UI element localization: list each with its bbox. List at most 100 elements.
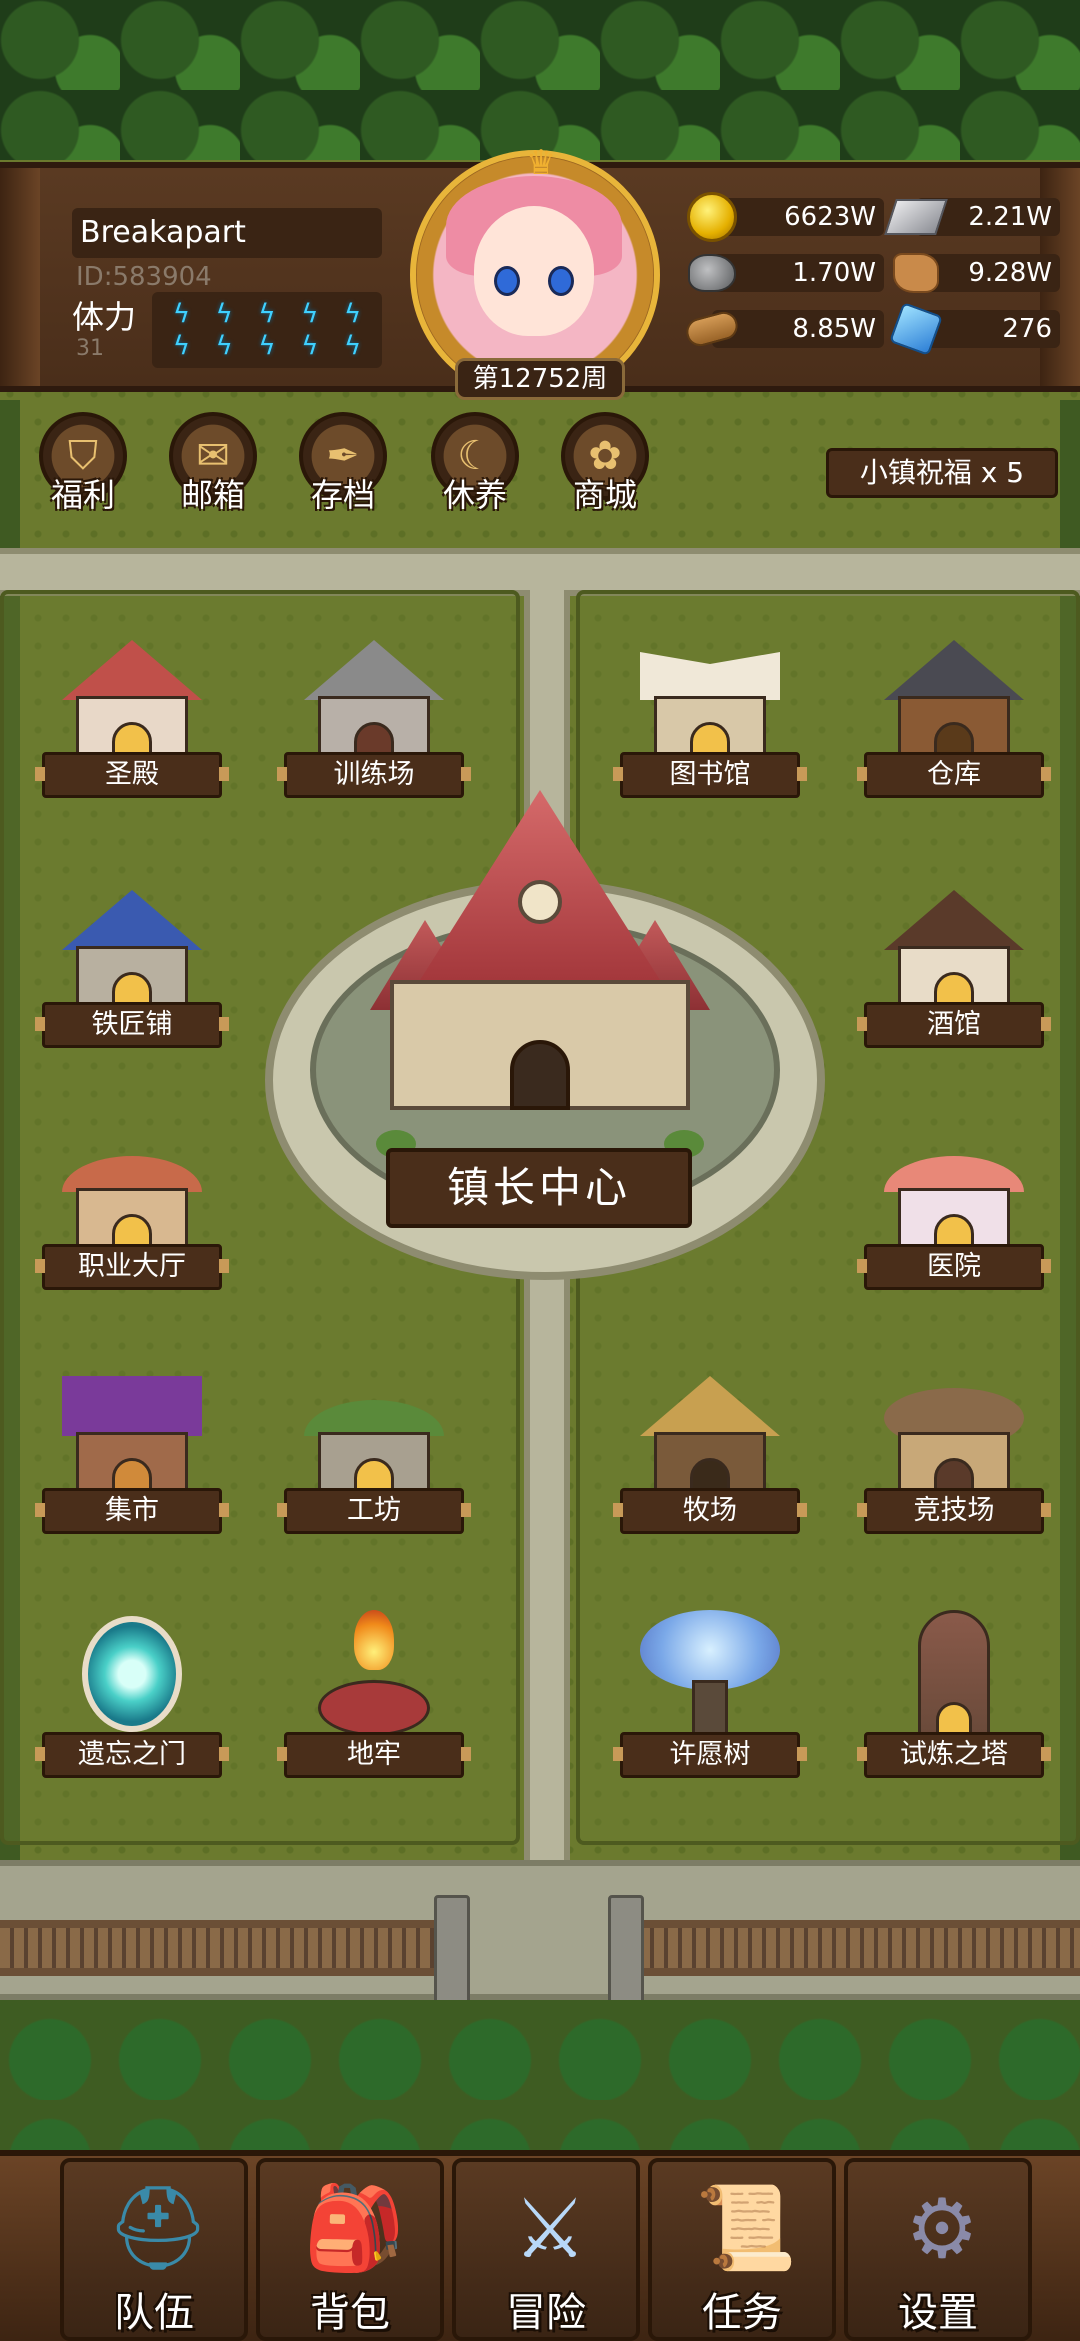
forest-background-bottom [0, 2000, 1080, 2150]
nav-backpack-label: 背包 [310, 2290, 390, 2336]
building-wishing-tree-label: 许愿树 [613, 1732, 807, 1778]
ranch-barn-icon [640, 1366, 780, 1496]
stamina-bolt-icon: ϟ [344, 299, 362, 329]
tavern-icon [884, 880, 1024, 1010]
building-training-ground[interactable]: 训练场 [277, 630, 471, 810]
building-wishing-tree[interactable]: 许愿树 [613, 1610, 807, 1790]
building-temple[interactable]: 圣殿 [35, 630, 229, 810]
building-class-hall[interactable]: 职业大厅 [35, 1122, 229, 1302]
nav-quest-label: 任务 [702, 2290, 782, 2336]
stamina-bolt-icon: ϟ [258, 299, 276, 329]
building-blacksmith-label: 铁匠铺 [35, 1002, 229, 1048]
dungeon-flame-icon [304, 1610, 444, 1740]
building-ranch-label: 牧场 [613, 1488, 807, 1534]
nav-team-label: 队伍 [114, 2290, 194, 2336]
stamina-bolt-icon: ϟ [344, 331, 362, 361]
building-temple-label: 圣殿 [35, 752, 229, 798]
nav-settings-button[interactable]: ⚙ 设置 [844, 2158, 1032, 2341]
blacksmith-icon [62, 880, 202, 1010]
menu-save[interactable]: ✒ 存档 [288, 412, 398, 522]
stamina-bolt-icon: ϟ [258, 331, 276, 361]
wood-log-icon [683, 306, 741, 352]
resource-ore[interactable]: 1.70W [686, 250, 886, 294]
building-warehouse-label: 仓库 [857, 752, 1051, 798]
player-name: Breakapart [72, 208, 382, 258]
building-forgotten-gate-label: 遗忘之门 [35, 1732, 229, 1778]
ore-icon [686, 250, 738, 296]
menu-welfare-label: 福利 [50, 476, 115, 514]
building-market[interactable]: 集市 [35, 1366, 229, 1546]
building-workshop-label: 工坊 [277, 1488, 471, 1534]
gear-icon: ⚙ [905, 2181, 979, 2277]
market-tent-icon [62, 1366, 202, 1496]
menu-save-label: 存档 [310, 476, 375, 514]
resource-leather[interactable]: 9.28W [890, 250, 1060, 294]
building-library[interactable]: 图书馆 [613, 630, 807, 810]
town-hall-window [518, 880, 562, 924]
stamina-label: 体力 [72, 298, 137, 336]
nav-adventure-button[interactable]: ⚔ 冒险 [452, 2158, 640, 2341]
menu-shop[interactable]: ✿ 商城 [550, 412, 660, 522]
building-tavern[interactable]: 酒馆 [857, 880, 1051, 1060]
town-hall-sign[interactable]: 镇长中心 [386, 1148, 692, 1228]
player-id: ID:583904 [76, 262, 212, 292]
building-warehouse[interactable]: 仓库 [857, 630, 1051, 810]
arena-colosseum-icon [884, 1366, 1024, 1496]
menu-welfare[interactable]: ⛉ 福利 [28, 412, 138, 522]
nav-team-button[interactable]: ⛑ 队伍 [60, 2158, 248, 2341]
building-hospital[interactable]: 医院 [857, 1122, 1051, 1302]
workshop-icon [304, 1366, 444, 1496]
menu-shop-label: 商城 [572, 476, 637, 514]
main-road-horizontal [0, 548, 1080, 596]
building-ranch[interactable]: 牧场 [613, 1366, 807, 1546]
library-book-icon [640, 630, 780, 760]
resource-wood[interactable]: 8.85W [683, 306, 886, 352]
resource-iron[interactable]: 2.21W [884, 194, 1060, 240]
gate-post-right [608, 1895, 644, 2005]
menu-rest[interactable]: ☾ 休养 [420, 412, 530, 522]
building-market-label: 集市 [35, 1488, 229, 1534]
stamina-bolt-icon: ϟ [172, 299, 190, 329]
nav-quest-button[interactable]: 📜 任务 [648, 2158, 836, 2341]
building-workshop[interactable]: 工坊 [277, 1366, 471, 1546]
building-trial-tower-label: 试炼之塔 [857, 1732, 1051, 1778]
nav-settings-label: 设置 [898, 2290, 978, 2336]
temple-icon [62, 630, 202, 760]
quest-scroll-icon: 📜 [694, 2181, 798, 2276]
stamina-bolt-icon: ϟ [301, 331, 319, 361]
hospital-cross-icon [884, 1122, 1024, 1252]
menu-rest-label: 休养 [442, 476, 507, 514]
menu-mailbox[interactable]: ✉ 邮箱 [158, 412, 268, 522]
wishing-tree-icon [640, 1610, 780, 1740]
crown-icon: ♛ [525, 143, 557, 183]
stamina-bar[interactable]: ϟϟϟϟϟϟϟϟϟϟ [152, 292, 382, 368]
town-hall-door [510, 1040, 570, 1110]
warehouse-icon [884, 630, 1024, 760]
building-arena-label: 竞技场 [857, 1488, 1051, 1534]
town-blessing-badge[interactable]: 小镇祝福 x 5 [826, 448, 1058, 498]
avatar-eye-left [494, 266, 520, 296]
avatar-eye-right [548, 266, 574, 296]
nav-backpack-button[interactable]: 🎒 背包 [256, 2158, 444, 2341]
portal-icon [62, 1610, 202, 1740]
hud-cap-left [0, 168, 40, 386]
building-arena[interactable]: 竞技场 [857, 1366, 1051, 1546]
stamina-bolt-icon: ϟ [215, 331, 233, 361]
avatar-face [474, 206, 594, 336]
building-forgotten-gate[interactable]: 遗忘之门 [35, 1610, 229, 1790]
stamina-bolt-icon: ϟ [215, 299, 233, 329]
resource-crystal[interactable]: 276 [889, 302, 1060, 356]
building-hospital-label: 医院 [857, 1244, 1051, 1290]
week-counter: 第12752周 [455, 358, 625, 400]
crossed-swords-icon: ⚔ [513, 2181, 587, 2277]
building-blacksmith[interactable]: 铁匠铺 [35, 880, 229, 1060]
iron-ingot-icon [884, 194, 948, 240]
training-ground-icon [304, 630, 444, 760]
building-dungeon[interactable]: 地牢 [277, 1610, 471, 1790]
helmet-icon: ⛑ [105, 2181, 211, 2276]
resource-gold[interactable]: 6623W [686, 192, 886, 242]
town-hall[interactable] [360, 790, 720, 1120]
tower-icon [884, 1610, 1024, 1740]
building-trial-tower[interactable]: 试炼之塔 [857, 1610, 1051, 1790]
stamina-bolt-icon: ϟ [172, 331, 190, 361]
